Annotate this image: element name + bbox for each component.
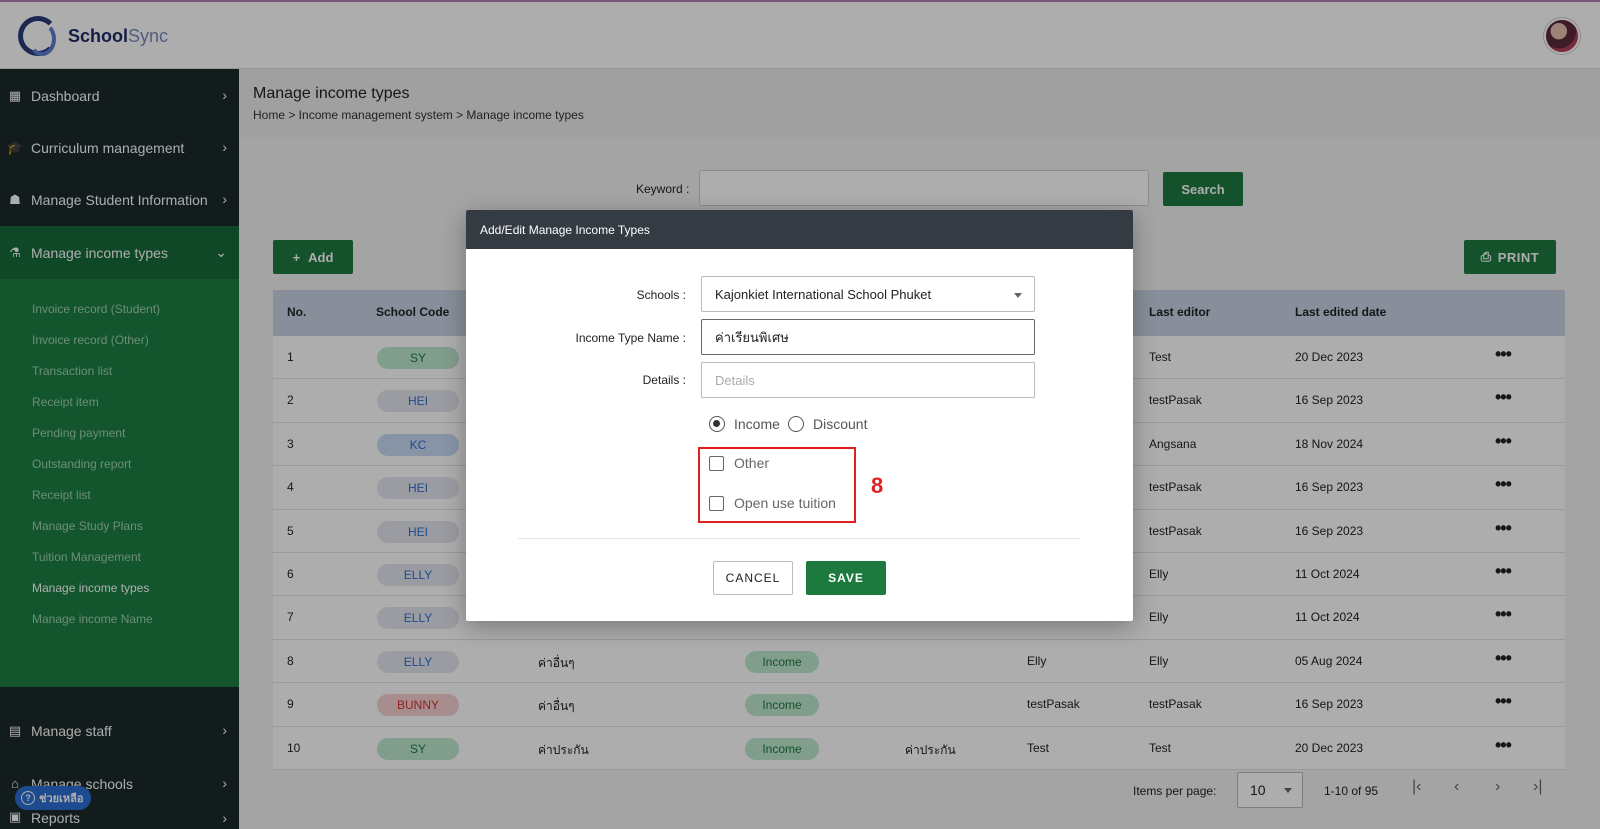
dialog-title: Add/Edit Manage Income Types (466, 210, 1133, 249)
details-label: Details : (642, 373, 686, 387)
open-use-tuition-checkbox-label: Open use tuition (734, 495, 836, 511)
cancel-button[interactable]: CANCEL (713, 561, 793, 595)
other-checkbox-label: Other (734, 455, 770, 471)
caret-down-icon (1014, 293, 1022, 298)
schools-value: Kajonkiet International School Phuket (715, 286, 932, 302)
schools-select[interactable]: Kajonkiet International School Phuket (701, 276, 1035, 312)
discount-radio-label: Discount (813, 416, 868, 432)
discount-radio[interactable] (788, 416, 804, 432)
page: SchoolSync ▦ Dashboard › 🎓 Curriculum ma… (0, 0, 1600, 829)
schools-label: Schools : (636, 288, 686, 302)
other-checkbox[interactable] (709, 456, 724, 471)
income-radio[interactable] (709, 416, 725, 432)
details-input[interactable]: Details (701, 362, 1035, 398)
dialog-divider (518, 538, 1081, 539)
income-type-name-label: Income Type Name : (575, 331, 687, 345)
annotation-number: 8 (871, 473, 884, 498)
details-placeholder: Details (715, 372, 755, 388)
save-button[interactable]: SAVE (806, 561, 886, 595)
open-use-tuition-checkbox[interactable] (709, 496, 724, 511)
income-type-name-input[interactable]: ค่าเรียนพิเศษ (701, 319, 1035, 355)
income-type-dialog: Add/Edit Manage Income Types Schools : K… (466, 210, 1133, 621)
income-type-name-value: ค่าเรียนพิเศษ (715, 329, 789, 345)
income-radio-label: Income (734, 416, 780, 432)
